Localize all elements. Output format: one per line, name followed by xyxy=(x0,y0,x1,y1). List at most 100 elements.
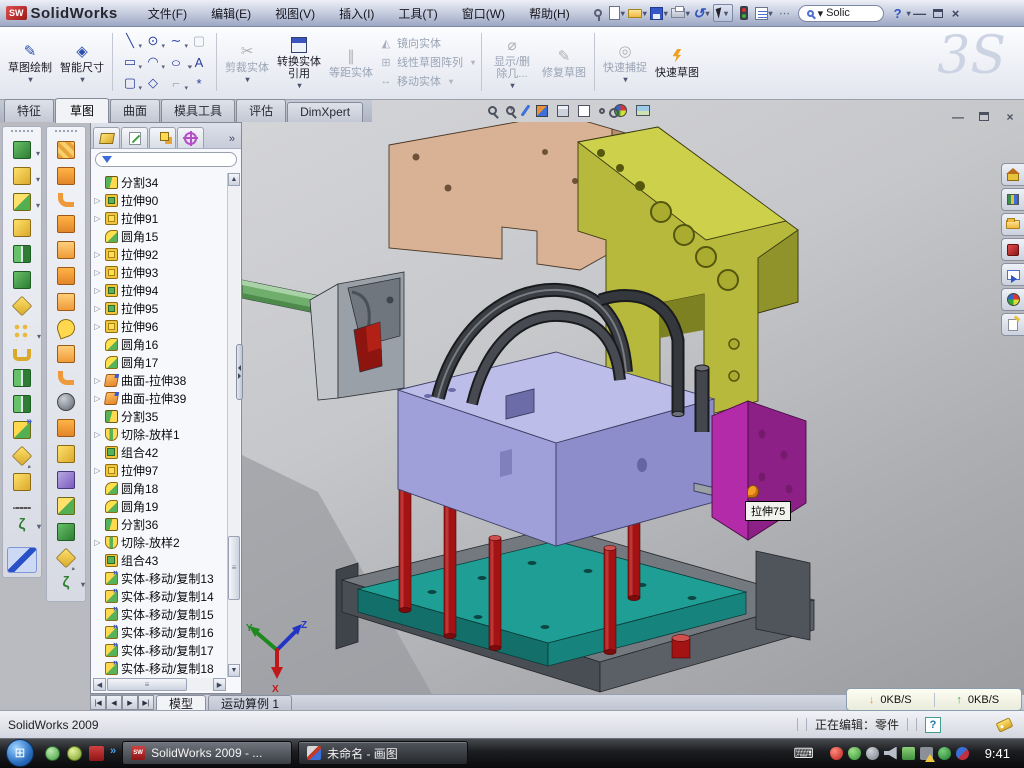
toolbar-icon[interactable] xyxy=(13,517,31,535)
tab-scroll-button[interactable]: ▶| xyxy=(138,695,154,710)
toolbar-icon[interactable] xyxy=(13,421,31,439)
tree-horizontal-scrollbar[interactable]: ◀ ≡ ▶ xyxy=(93,678,226,691)
toolbar-icon[interactable] xyxy=(57,241,75,259)
quick-launch-overflow-icon[interactable]: » xyxy=(110,744,116,758)
messenger-quicklaunch-icon[interactable] xyxy=(44,744,60,762)
select-entities-icon[interactable]: ▢ xyxy=(188,31,210,51)
document-tab[interactable]: 模型 xyxy=(156,695,206,710)
slot-icon[interactable]: ▢ xyxy=(119,73,141,93)
update-tray-icon[interactable] xyxy=(866,747,879,760)
line-icon[interactable]: ╲ xyxy=(119,31,141,51)
scroll-left-button[interactable]: ◀ xyxy=(93,678,106,691)
search-input[interactable]: ▾ Solic xyxy=(798,5,884,22)
rapid-sketch-button[interactable]: 快速草图 xyxy=(653,46,701,79)
toolbar-icon[interactable] xyxy=(13,141,31,159)
doc-minimize-button[interactable]: — xyxy=(950,110,966,124)
display-delete-relations-button[interactable]: ⌀ 显示/删除几... ▾ xyxy=(488,35,536,90)
toolbar-icon[interactable] xyxy=(13,369,31,387)
hide-show-items-icon[interactable] xyxy=(599,108,605,114)
toolbar-icon[interactable] xyxy=(57,471,75,489)
ribbon-tab[interactable]: 曲面 xyxy=(110,99,160,122)
solidworks-resources-tab[interactable] xyxy=(1001,163,1024,186)
tree-item[interactable]: 曲面-拉伸38 xyxy=(93,371,226,389)
custom-properties-tab[interactable] xyxy=(1001,313,1024,336)
toolbar-icon[interactable] xyxy=(57,575,75,593)
restore-button[interactable] xyxy=(929,6,947,21)
trim-entities-button[interactable]: ✂ 剪裁实体 ▾ xyxy=(223,41,271,84)
toolbar-icon[interactable] xyxy=(57,167,75,185)
expander-icon[interactable] xyxy=(93,286,102,295)
point-icon[interactable]: * xyxy=(188,73,210,93)
sketch-fillet-icon[interactable]: ⌐ xyxy=(165,73,187,93)
shield-plus-tray-icon[interactable] xyxy=(938,747,951,760)
tree-item[interactable]: 分割36 xyxy=(93,515,226,533)
zoom-area-icon[interactable] xyxy=(506,106,515,115)
tree-filter-input[interactable] xyxy=(95,152,237,167)
zoom-fit-icon[interactable] xyxy=(488,106,497,115)
menu-item[interactable]: 帮助(H) xyxy=(517,2,582,25)
quicklaunch-icon-2[interactable] xyxy=(66,744,82,762)
horizontal-scroll-thumb[interactable]: ≡ xyxy=(107,678,187,691)
offset-entities-button[interactable]: ∥ 等距实体 xyxy=(327,46,375,79)
new-document-button[interactable]: ▾ xyxy=(609,4,625,22)
toolbar-icon[interactable] xyxy=(13,507,31,509)
language-keyboard-icon[interactable]: ⌨ xyxy=(793,745,813,762)
tree-item[interactable]: 圆角18 xyxy=(93,479,226,497)
toolbar-grip[interactable] xyxy=(55,130,77,134)
tree-vertical-scrollbar[interactable]: ▲ ≡ ▼ xyxy=(227,173,240,677)
toolbar-icon[interactable] xyxy=(13,349,31,361)
toolbar-icon[interactable] xyxy=(13,395,31,413)
manager-tabs-overflow-button[interactable]: » xyxy=(225,133,239,148)
view-previous-icon[interactable] xyxy=(524,104,527,117)
toolbar-icon[interactable] xyxy=(13,219,31,237)
scroll-down-button[interactable]: ▼ xyxy=(228,664,240,677)
antivirus-tray-icon[interactable] xyxy=(830,747,843,760)
security-shield-tray-icon[interactable] xyxy=(848,747,861,760)
help-button[interactable]: ? xyxy=(890,4,906,22)
property-manager-tab[interactable] xyxy=(121,127,148,148)
appearances-scenes-tab[interactable] xyxy=(1001,288,1024,311)
tab-scroll-button[interactable]: ◀ xyxy=(106,695,122,710)
tree-item[interactable]: 切除-放样1 xyxy=(93,425,226,443)
linear-sketch-pattern-button[interactable]: ⊞ 线性草图阵列 ▾ xyxy=(379,54,475,70)
toolbar-grip[interactable] xyxy=(11,130,33,134)
network-warning-tray-icon[interactable] xyxy=(920,747,933,760)
sketch-draw-button[interactable]: ✎ 草图绘制 ▾ xyxy=(6,41,54,84)
toolbar-icon[interactable] xyxy=(57,445,75,463)
options-button[interactable]: ▾ xyxy=(755,4,773,22)
menu-item[interactable]: 文件(F) xyxy=(136,2,199,25)
tree-item[interactable]: 拉伸93 xyxy=(93,263,226,281)
doc-close-button[interactable]: × xyxy=(1002,110,1018,124)
menu-item[interactable]: 编辑(E) xyxy=(199,2,263,25)
close-button[interactable]: × xyxy=(947,6,965,21)
tree-item[interactable]: 拉伸92 xyxy=(93,245,226,263)
open-button[interactable]: ▾ xyxy=(628,4,647,22)
menu-item[interactable]: 窗口(W) xyxy=(450,2,517,25)
tree-item[interactable]: 拉伸95 xyxy=(93,299,226,317)
document-tab[interactable]: 运动算例 1 xyxy=(208,695,292,710)
expander-icon[interactable] xyxy=(93,196,102,205)
taskbar-window-button[interactable]: 未命名 - 画图 xyxy=(298,741,468,765)
toolbar-icon[interactable] xyxy=(57,419,75,437)
quick-snaps-button[interactable]: ◎ 快速捕捉 ▾ xyxy=(601,41,649,84)
toolbar-icon[interactable] xyxy=(58,193,74,207)
ribbon-tab[interactable]: 草图 xyxy=(55,98,109,123)
spline-icon[interactable]: ∼ xyxy=(165,31,187,51)
tree-item[interactable]: 切除-放样2 xyxy=(93,533,226,551)
toolbar-icon[interactable] xyxy=(13,193,31,211)
ellipse-icon[interactable]: ○ xyxy=(161,52,191,72)
tree-item[interactable]: 拉伸94 xyxy=(93,281,226,299)
expander-icon[interactable] xyxy=(93,430,102,439)
display-style-icon[interactable] xyxy=(578,105,590,117)
tree-item[interactable]: 拉伸90 xyxy=(93,191,226,209)
more-tools-icon[interactable]: ⋯ xyxy=(776,4,792,22)
toolbar-icon[interactable] xyxy=(12,296,32,316)
configuration-manager-tab[interactable] xyxy=(149,127,176,148)
expander-icon[interactable] xyxy=(93,250,102,259)
ribbon-tab[interactable]: DimXpert xyxy=(287,102,363,122)
expander-icon[interactable] xyxy=(93,268,102,277)
section-view-icon[interactable] xyxy=(536,105,548,117)
toolbar-icon[interactable] xyxy=(57,215,75,233)
expander-icon[interactable] xyxy=(93,394,102,403)
expander-icon[interactable] xyxy=(93,538,102,547)
